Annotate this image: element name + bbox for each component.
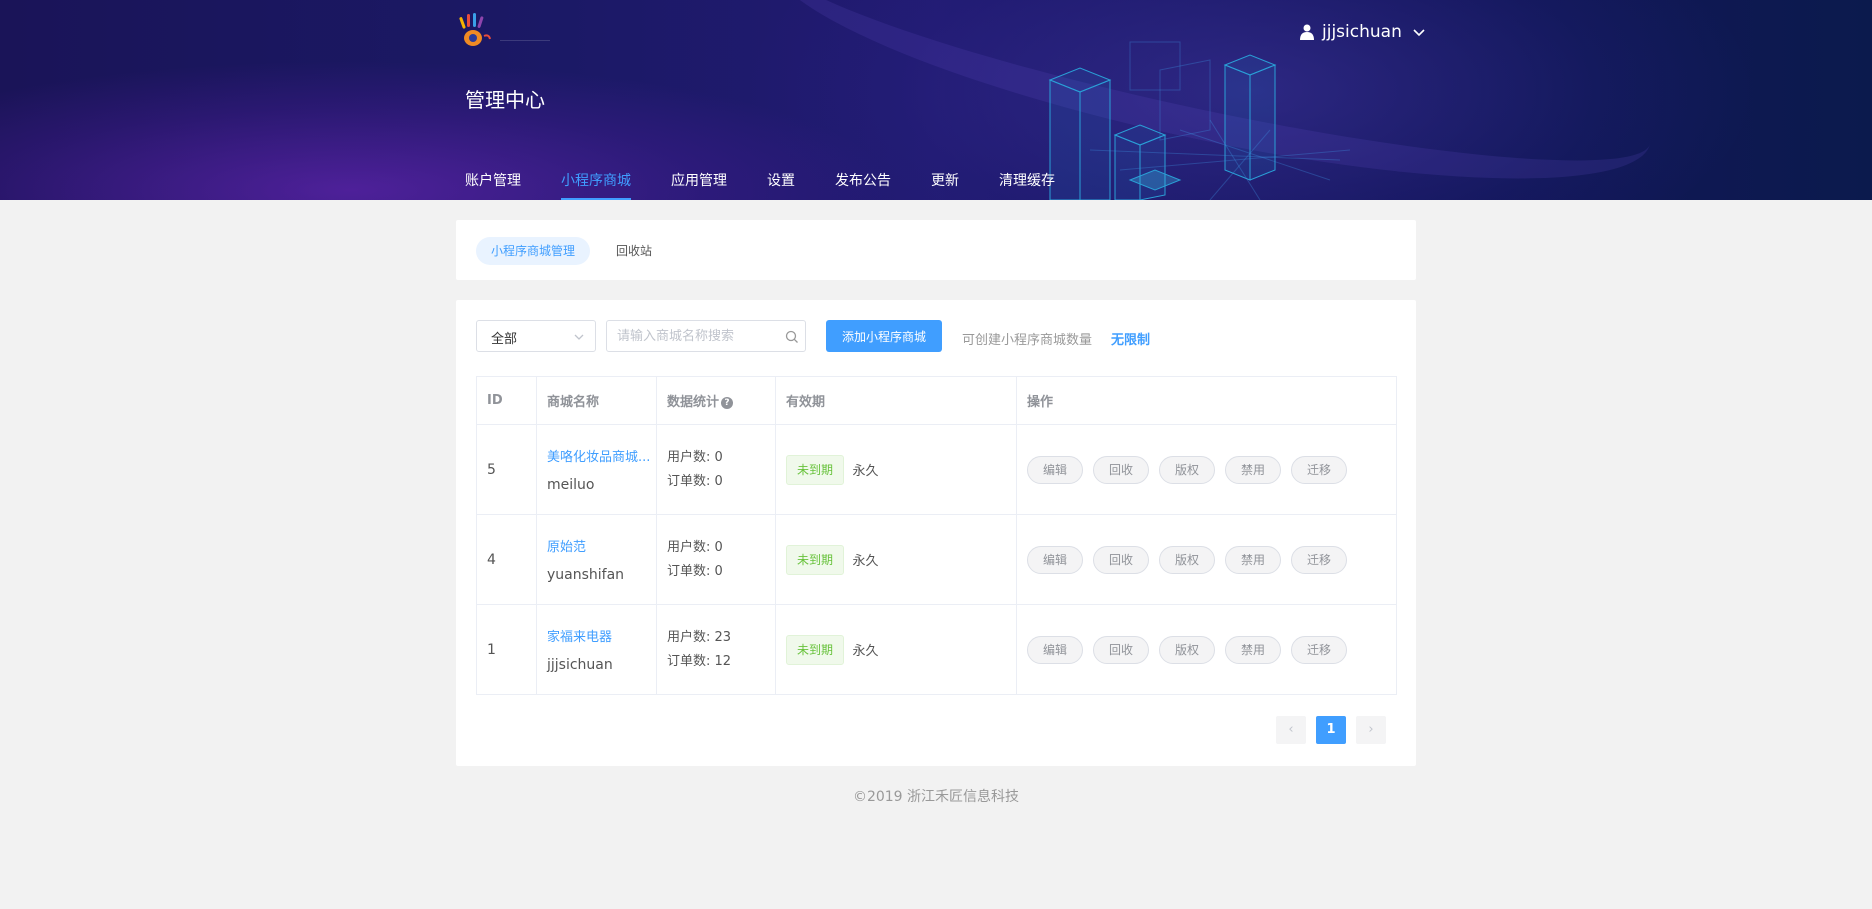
order-count: 订单数: 0 [667, 473, 723, 489]
prev-page-button[interactable]: ‹ [1276, 716, 1306, 744]
col-header-stats-label: 数据统计 [667, 395, 720, 410]
brand-logo [459, 13, 491, 46]
copyright-button[interactable]: 版权 [1159, 635, 1215, 664]
validity-text: 永久 [852, 554, 879, 569]
cell-id: 5 [476, 424, 537, 515]
col-header-name: 商城名称 [536, 376, 657, 425]
status-badge: 未到期 [786, 454, 845, 485]
mall-account: meiluo [547, 477, 595, 493]
cell-name: 原始范 yuanshifan [536, 514, 657, 605]
recycle-button[interactable]: 回收 [1093, 545, 1149, 574]
mall-name-link[interactable]: 家福来电器 [547, 626, 655, 645]
status-filter-select[interactable]: 全部 [476, 320, 596, 352]
chevron-down-icon [574, 334, 584, 340]
cell-name: 家福来电器 jjjsichuan [536, 604, 657, 695]
cell-name: 美咯化妆品商城... meiluo [536, 424, 657, 515]
col-header-validity: 有效期 [775, 376, 1017, 425]
user-count: 用户数: 23 [667, 629, 732, 645]
nav-settings[interactable]: 设置 [767, 170, 795, 200]
add-mall-button[interactable]: 添加小程序商城 [826, 320, 942, 352]
search-box [606, 320, 806, 352]
page-title: 管理中心 [465, 88, 545, 112]
cell-id: 1 [476, 604, 537, 695]
cell-validity: 未到期 永久 [775, 604, 1017, 695]
user-count: 用户数: 0 [667, 449, 723, 465]
nav-announcement[interactable]: 发布公告 [835, 170, 891, 200]
nav-app-management[interactable]: 应用管理 [671, 170, 727, 200]
cell-stats: 用户数: 0 订单数: 0 [656, 514, 776, 605]
nav-clear-cache[interactable]: 清理缓存 [999, 170, 1055, 200]
copyright-button[interactable]: 版权 [1159, 545, 1215, 574]
recycle-button[interactable]: 回收 [1093, 635, 1149, 664]
validity-text: 永久 [852, 644, 879, 659]
edit-button[interactable]: 编辑 [1027, 635, 1083, 664]
cell-actions: 编辑 回收 版权 禁用 迁移 [1016, 604, 1397, 695]
mall-account: yuanshifan [547, 567, 625, 583]
copyright-button[interactable]: 版权 [1159, 455, 1215, 484]
cell-id: 4 [476, 514, 537, 605]
cell-actions: 编辑 回收 版权 禁用 迁移 [1016, 424, 1397, 515]
migrate-button[interactable]: 迁移 [1291, 455, 1347, 484]
mall-account: jjjsichuan [547, 657, 613, 673]
nav-accounts[interactable]: 账户管理 [465, 170, 521, 200]
col-header-stats: 数据统计? [656, 376, 776, 425]
next-page-button[interactable]: › [1356, 716, 1386, 744]
cell-actions: 编辑 回收 版权 禁用 迁移 [1016, 514, 1397, 605]
status-badge: 未到期 [786, 634, 845, 665]
tab-recycle-bin[interactable]: 回收站 [601, 237, 667, 265]
nav-update[interactable]: 更新 [931, 170, 959, 200]
edit-button[interactable]: 编辑 [1027, 545, 1083, 574]
disable-button[interactable]: 禁用 [1225, 545, 1281, 574]
search-icon[interactable] [785, 330, 799, 344]
table-row: 1 家福来电器 jjjsichuan 用户数: 23 订单数: 12 未到期 永… [476, 604, 1397, 695]
tab-mall-management[interactable]: 小程序商城管理 [476, 237, 591, 265]
user-count: 用户数: 0 [667, 539, 723, 555]
order-count: 订单数: 12 [667, 653, 732, 669]
cell-stats: 用户数: 23 订单数: 12 [656, 604, 776, 695]
user-name: jjjsichuan [1322, 22, 1402, 42]
chevron-down-icon [1413, 29, 1425, 37]
validity-text: 永久 [852, 464, 879, 479]
table-row: 4 原始范 yuanshifan 用户数: 0 订单数: 0 未到期 永久 编辑… [476, 514, 1397, 605]
mall-table: ID 商城名称 数据统计? 有效期 操作 5 美咯化妆品商城... meiluo… [476, 376, 1397, 695]
migrate-button[interactable]: 迁移 [1291, 635, 1347, 664]
col-header-actions: 操作 [1016, 376, 1397, 425]
mall-name-link[interactable]: 原始范 [547, 536, 655, 555]
migrate-button[interactable]: 迁移 [1291, 545, 1347, 574]
status-badge: 未到期 [786, 544, 845, 575]
cell-validity: 未到期 永久 [775, 424, 1017, 515]
mall-list-card: 全部 添加小程序商城 可创建小程序商城数量 无限制 ID 商城名称 数据统计? … [456, 300, 1416, 766]
help-icon[interactable]: ? [721, 396, 734, 409]
table-header-row: ID 商城名称 数据统计? 有效期 操作 [476, 376, 1397, 425]
header-banner: jjjsichuan 管理中心 账户管理 小程序商城 应用管理 设置 发布公告 … [0, 0, 1872, 200]
filter-value: 全部 [491, 332, 518, 347]
col-header-id: ID [476, 376, 537, 425]
mall-name-link[interactable]: 美咯化妆品商城... [547, 446, 655, 465]
page-1-button[interactable]: 1 [1316, 716, 1346, 744]
user-menu[interactable]: jjjsichuan [1300, 22, 1426, 42]
footer-copyright: ©2019 浙江禾匠信息科技 [852, 789, 1020, 805]
disable-button[interactable]: 禁用 [1225, 455, 1281, 484]
edit-button[interactable]: 编辑 [1027, 455, 1083, 484]
subtab-card: 小程序商城管理 回收站 [456, 220, 1416, 280]
nav-mini-program-mall[interactable]: 小程序商城 [561, 170, 631, 200]
cell-stats: 用户数: 0 订单数: 0 [656, 424, 776, 515]
cell-validity: 未到期 永久 [775, 514, 1017, 605]
quota-value: 无限制 [1111, 333, 1151, 348]
recycle-button[interactable]: 回收 [1093, 455, 1149, 484]
logo-divider [500, 40, 550, 41]
main-nav: 账户管理 小程序商城 应用管理 设置 发布公告 更新 清理缓存 [465, 170, 1095, 200]
table-row: 5 美咯化妆品商城... meiluo 用户数: 0 订单数: 0 未到期 永久… [476, 424, 1397, 515]
user-icon [1300, 24, 1314, 40]
disable-button[interactable]: 禁用 [1225, 635, 1281, 664]
order-count: 订单数: 0 [667, 563, 723, 579]
search-input[interactable] [617, 321, 777, 351]
quota-label: 可创建小程序商城数量 [962, 333, 1093, 348]
